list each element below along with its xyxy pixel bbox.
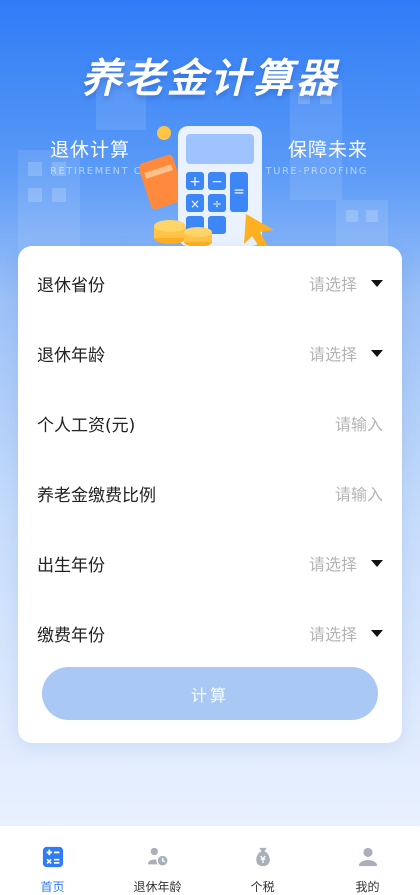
caret-down-icon	[371, 349, 383, 357]
retirement-age-placeholder: 请选择	[308, 345, 357, 364]
contribution-ratio-label: 养老金缴费比例	[37, 485, 156, 506]
svg-text:÷: ÷	[212, 197, 222, 211]
page-title: 养老金计算器	[81, 56, 339, 102]
svg-text:×: ×	[190, 197, 200, 211]
retirement-province-label: 退休省份	[37, 275, 105, 296]
svg-text:−: −	[211, 174, 223, 190]
form-row-salary[interactable]: 个人工资(元) 请输入	[18, 388, 402, 458]
form-row-retirement-age[interactable]: 退休年龄 请选择	[18, 318, 402, 388]
form-row-payment-year[interactable]: 缴费年份 请选择	[18, 598, 402, 668]
slogan-future: 保障未来	[287, 139, 368, 161]
calculator-icon	[42, 846, 63, 868]
tab-tax[interactable]: 个税	[210, 826, 315, 895]
tab-home-label: 首页	[40, 880, 65, 894]
tab-tax-label: 个税	[250, 880, 275, 894]
user-icon	[358, 847, 377, 867]
slogan-retirement-en: RETIREMENT CA	[50, 166, 151, 177]
payment-year-label: 缴费年份	[37, 625, 105, 646]
salary-label: 个人工资(元)	[37, 415, 136, 436]
contribution-ratio-input[interactable]: 请输入	[335, 481, 383, 505]
form-row-retirement-province[interactable]: 退休省份 请选择	[18, 248, 402, 318]
calculate-button[interactable]: 计算	[42, 667, 378, 720]
birth-year-placeholder: 请选择	[308, 555, 357, 574]
form-row-birth-year[interactable]: 出生年份 请选择	[18, 528, 402, 598]
money-bag-icon	[255, 847, 270, 867]
retirement-age-select[interactable]: 请选择	[309, 341, 383, 365]
birth-year-select[interactable]: 请选择	[309, 551, 383, 575]
form-row-contribution-ratio[interactable]: 养老金缴费比例 请输入	[18, 458, 402, 528]
caret-down-icon	[371, 279, 383, 287]
retirement-form-card: 退休省份 请选择 退休年龄 请选择 个人工资(元) 请输入 养老金缴费比例 请输…	[18, 246, 402, 743]
birth-year-label: 出生年份	[37, 555, 105, 576]
slogan-retirement: 退休计算	[50, 139, 131, 161]
salary-placeholder: 请输入	[334, 415, 383, 434]
tab-retirement-age[interactable]: 退休年龄	[105, 826, 210, 895]
people-clock-icon	[147, 847, 169, 867]
payment-year-placeholder: 请选择	[308, 625, 357, 644]
retirement-age-label: 退休年龄	[37, 345, 105, 366]
svg-text:=: =	[233, 184, 245, 200]
tab-mine-label: 我的	[355, 880, 380, 894]
salary-input[interactable]: 请输入	[335, 411, 383, 435]
tab-home[interactable]: 首页	[0, 826, 105, 895]
tab-mine[interactable]: 我的	[315, 826, 420, 895]
caret-down-icon	[371, 629, 383, 637]
bottom-tab-bar: 首页 退休年龄 个税 我的	[0, 826, 420, 895]
payment-year-select[interactable]: 请选择	[309, 621, 383, 645]
tab-retirement-age-label: 退休年龄	[133, 880, 182, 894]
svg-text:+: +	[189, 174, 201, 190]
caret-down-icon	[371, 559, 383, 567]
retirement-province-select[interactable]: 请选择	[309, 271, 383, 295]
calculator-illustration: + − = × ÷	[140, 126, 274, 248]
contribution-ratio-placeholder: 请输入	[334, 485, 383, 504]
retirement-province-placeholder: 请选择	[308, 275, 357, 294]
